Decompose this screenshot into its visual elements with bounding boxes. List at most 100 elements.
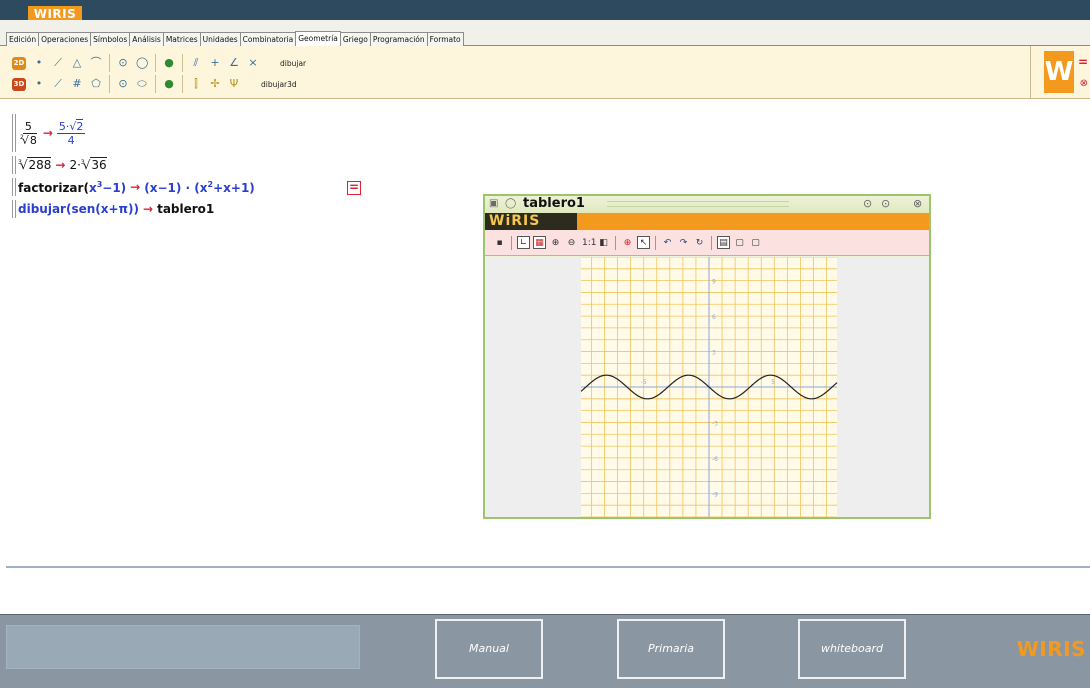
intersection-icon[interactable]: ×: [247, 56, 259, 70]
plot-canvas[interactable]: 9 6 3 -3 -6 -9 -5 5: [485, 257, 929, 517]
manual-button[interactable]: Manual: [435, 619, 543, 679]
tab-griego[interactable]: Griego: [339, 32, 371, 46]
circle-3pts-icon[interactable]: ◯: [136, 56, 148, 70]
ellipse-icon[interactable]: ⬭: [136, 77, 148, 91]
primaria-button[interactable]: Primaria: [617, 619, 725, 679]
point-3d-icon[interactable]: •: [33, 77, 45, 91]
refresh-icon[interactable]: ↻: [693, 236, 706, 249]
badge-2d[interactable]: 2D: [12, 56, 26, 70]
tablero-titlebar[interactable]: ▣ ◯ tablero1 ⊙ ⊙ ⊗: [485, 196, 929, 213]
whiteboard-button[interactable]: whiteboard: [798, 619, 906, 679]
dibujar-label[interactable]: dibujar: [280, 59, 306, 68]
tab-análisis[interactable]: Análisis: [129, 32, 164, 46]
geometry-toolbar: 2D • ⟋ △ ⌒ ⊙ ◯ ● ⫽ + ∠ × dibujar 3D • ⟋ …: [0, 46, 1030, 99]
ratio-1-1-icon[interactable]: 1:1: [581, 236, 596, 249]
expression-line-4[interactable]: dibujar(sen(x+π)) → tablero1: [11, 200, 214, 218]
fraction-input: 5 2√8: [18, 120, 39, 147]
badge-3d[interactable]: 3D: [12, 77, 26, 91]
tablero-toolbar: ▪ ∟ ▦ ⊕ ⊖ 1:1 ◧ ⊕ ↖ ↶ ↷ ↻ ▤ ▢ ▢: [485, 230, 929, 256]
point-icon[interactable]: •: [33, 56, 45, 70]
line-3d-icon[interactable]: ⟋: [52, 77, 64, 91]
circle-icon[interactable]: ⊙: [117, 56, 129, 70]
wiris-w-logo: W: [1044, 51, 1074, 93]
grid-icon[interactable]: ▦: [533, 236, 546, 249]
plot-svg[interactable]: 9 6 3 -3 -6 -9 -5 5: [485, 257, 929, 517]
zoom-in-icon[interactable]: ⊕: [549, 236, 562, 249]
top-brand-bar: [0, 0, 1090, 20]
save-icon[interactable]: ▪: [493, 236, 506, 249]
triangle-icon[interactable]: △: [71, 56, 83, 70]
export-pdf-icon[interactable]: ▢: [733, 236, 746, 249]
globe-icon[interactable]: ●: [163, 56, 175, 70]
pointer-icon[interactable]: ↖: [637, 236, 650, 249]
polygon-icon[interactable]: ⬠: [90, 77, 102, 91]
export-data-icon[interactable]: ▢: [749, 236, 762, 249]
segment-icon[interactable]: ⟋: [52, 56, 64, 70]
x-tick-label: 5: [771, 379, 775, 386]
denominator: 2√8: [20, 132, 37, 147]
y-tick-label: 6: [712, 314, 716, 321]
numerator: 5: [22, 119, 34, 134]
x-tick-label: -5: [641, 379, 647, 386]
expression-line-1[interactable]: 5 2√8 → 5·√2 4: [11, 114, 86, 152]
parallel-icon[interactable]: ⫽: [190, 56, 202, 70]
expression-line-3[interactable]: factorizar(x3−1) → (x−1) · (x2+x+1): [12, 178, 255, 196]
close-window-icon[interactable]: ⊗: [913, 197, 922, 210]
tablero-title: tablero1: [523, 196, 585, 211]
root-index: 2: [20, 133, 24, 141]
globe-menu-icon[interactable]: ●: [163, 77, 175, 91]
window-menu-icon[interactable]: ▣: [489, 198, 498, 209]
y-tick-label: 3: [712, 350, 716, 357]
footer-wiris-logo: WIRIS: [1016, 637, 1086, 661]
polyline-icon[interactable]: ⌒: [90, 56, 102, 70]
result-denominator: 4: [67, 133, 75, 147]
menu-tabs: Edición Operaciones Símbolos Análisis Matric…: [0, 20, 1090, 46]
dibujar3d-label[interactable]: dibujar3d: [261, 80, 297, 89]
tab-formato[interactable]: Formato: [426, 32, 464, 46]
tablero-window[interactable]: ▣ ◯ tablero1 ⊙ ⊙ ⊗ WiRIS ▪ ∟ ▦ ⊕ ⊖ 1:1 ◧…: [483, 194, 931, 519]
tablero-brand-bar: WiRIS: [485, 213, 929, 230]
perpendicular-icon[interactable]: +: [209, 56, 221, 70]
tab-combinatoria[interactable]: Combinatoria: [239, 32, 297, 46]
calculate-button[interactable]: =: [1078, 55, 1088, 69]
plane-intersect-icon[interactable]: ✢: [209, 77, 221, 91]
tab-edición[interactable]: Edición: [6, 32, 40, 46]
tab-programación[interactable]: Programación: [369, 32, 428, 46]
export-image-icon[interactable]: ▤: [717, 236, 730, 249]
expression-line-2[interactable]: 3√288 → 2·3√36: [12, 156, 107, 174]
toolbar-divider: [711, 235, 712, 250]
toolbar-divider: [155, 75, 156, 93]
equal-button[interactable]: =: [347, 181, 361, 195]
maximize-icon[interactable]: ⊙: [881, 197, 890, 210]
target-icon[interactable]: ⊕: [621, 236, 634, 249]
plane-bisector-icon[interactable]: Ψ: [228, 77, 240, 91]
tab-geometría[interactable]: Geometría: [295, 31, 341, 46]
undo-icon[interactable]: ↶: [661, 236, 674, 249]
tab-operaciones[interactable]: Operaciones: [38, 32, 92, 46]
contrast-icon[interactable]: ◧: [597, 236, 610, 249]
y-tick-label: -6: [712, 456, 718, 463]
minimize-icon[interactable]: ⊙: [863, 197, 872, 210]
bisector-icon[interactable]: ∠: [228, 56, 240, 70]
factorize-input: factorizar(x3−1): [18, 179, 127, 195]
fraction-result: 5·√2 4: [56, 118, 86, 147]
toolbar-row-3d: 3D • ⟋ # ⬠ ⊙ ⬭ ● ⫿ ✢ Ψ dibujar3d: [12, 74, 297, 94]
sphere-icon[interactable]: ⊙: [117, 77, 129, 91]
y-tick-label: 9: [712, 279, 716, 286]
axes-icon[interactable]: ∟: [517, 236, 530, 249]
tab-unidades[interactable]: Unidades: [199, 32, 241, 46]
footer-input-area[interactable]: [6, 625, 360, 669]
redo-icon[interactable]: ↷: [677, 236, 690, 249]
pin-icon[interactable]: ◯: [505, 198, 516, 209]
result-arrow: →: [143, 202, 154, 216]
zoom-out-icon[interactable]: ⊖: [565, 236, 578, 249]
planes-icon[interactable]: ⫿: [190, 77, 202, 91]
tab-matrices[interactable]: Matrices: [162, 32, 201, 46]
close-icon[interactable]: ⊗: [1080, 78, 1088, 89]
grid-plane-icon[interactable]: #: [71, 77, 83, 91]
footer: Manual Primaria whiteboard WIRIS: [0, 614, 1090, 688]
toolbar-row-2d: 2D • ⟋ △ ⌒ ⊙ ◯ ● ⫽ + ∠ × dibujar: [12, 53, 306, 73]
toolbar-divider: [182, 75, 183, 93]
draw-result[interactable]: tablero1: [157, 202, 214, 216]
tab-símbolos[interactable]: Símbolos: [90, 32, 131, 46]
